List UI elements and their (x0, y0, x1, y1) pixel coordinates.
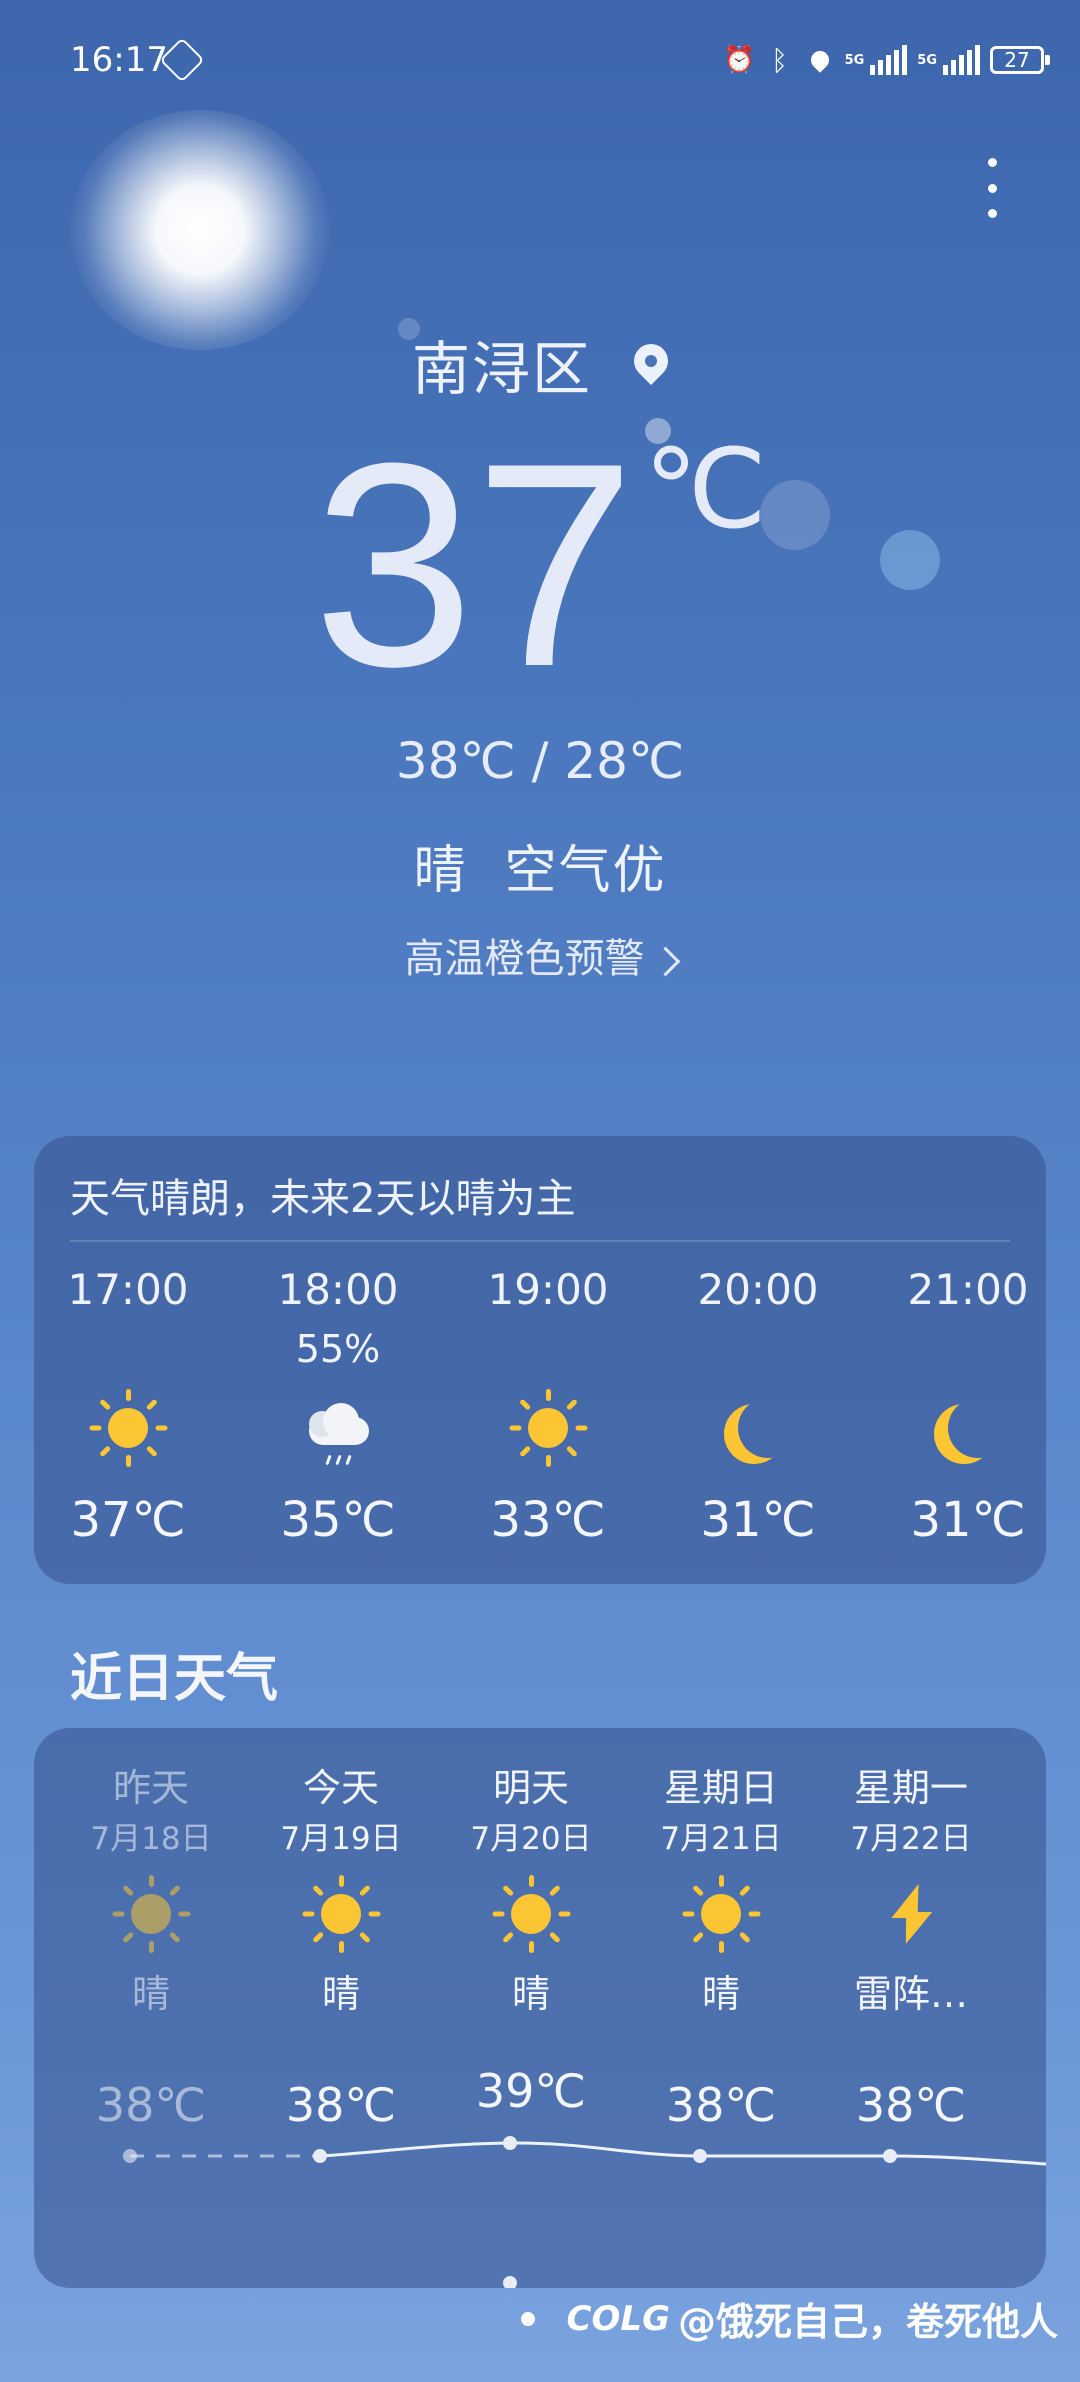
watermark-logo: COLG (566, 2298, 670, 2339)
temp-point (503, 2276, 517, 2288)
battery-icon: 27 (990, 46, 1050, 74)
hour-item: 21:00 31℃ (868, 1260, 1046, 1548)
day-high-temp: 38℃ (285, 2078, 397, 2132)
weather-warning-link[interactable]: 高温橙色预警 (0, 926, 1080, 984)
network-type-label: 5G (917, 52, 937, 68)
temp-point (313, 2149, 327, 2163)
daily-forecast-card[interactable]: 昨天 7月18日 晴 今天 7月19日 晴 明天 7月20日 晴 星期日 7月2… (34, 1728, 1046, 2288)
sun-icon (89, 1389, 167, 1467)
network-type-label: 5G (844, 52, 865, 68)
hour-precip (868, 1320, 1046, 1378)
hour-precip: 55% (295, 1327, 381, 1371)
hour-time: 21:00 (907, 1265, 1029, 1314)
current-temp-unit: ℃ (643, 428, 768, 551)
temp-point (123, 2149, 137, 2163)
high-temp-curve (130, 2141, 1046, 2166)
location-pin-icon (626, 336, 676, 386)
status-icons: ⏰ ᛒ 5G 5G 27 (723, 40, 1050, 80)
day-high-temp: 38℃ (855, 2078, 967, 2132)
hour-time: 20:00 (697, 1265, 819, 1314)
hourly-list[interactable]: 17:00 37℃ 18:00 55% 35℃ 19:00 33℃ 20:00 … (34, 1260, 1046, 1580)
bluetooth-icon: ᛒ (771, 43, 788, 77)
weather-warning-text: 高温橙色预警 (404, 936, 645, 982)
status-time: 16:17 (70, 40, 168, 80)
city-name: 南浔区 (411, 335, 592, 403)
recent-weather-title: 近日天气 (70, 1649, 279, 1709)
rain-cloud-icon (303, 1403, 373, 1466)
watermark: COLG @饿死自己，卷死他人 (520, 2291, 1058, 2346)
status-bar: 16:17 ⏰ ᛒ 5G 5G 27 (0, 0, 1080, 120)
divider (70, 1240, 1010, 1242)
watermark-text: @饿死自己，卷死他人 (677, 2300, 1058, 2344)
hour-time: 17:00 (67, 1265, 189, 1314)
battery-level: 27 (1004, 48, 1030, 72)
hour-temp: 37℃ (70, 1492, 186, 1548)
temp-point (503, 2136, 517, 2150)
hour-temp: 35℃ (280, 1492, 396, 1548)
day-high-temp: 38℃ (95, 2078, 207, 2132)
hour-time: 19:00 (487, 1265, 609, 1314)
temp-point (693, 2149, 707, 2163)
chevron-right-icon (650, 946, 680, 976)
current-temperature: 37℃ (0, 420, 1080, 710)
hour-item: 19:00 33℃ (448, 1260, 648, 1548)
hour-temp: 31℃ (910, 1492, 1026, 1548)
high-low-temperature: 38℃ / 28℃ (395, 732, 685, 790)
hour-precip (34, 1320, 228, 1378)
hour-temp: 31℃ (700, 1492, 816, 1548)
hour-item: 18:00 55% 35℃ (238, 1260, 438, 1548)
sun-glow-decoration (70, 110, 330, 350)
weather-condition: 晴 空气优 (413, 841, 667, 901)
day-high-temp: 3 (1006, 2092, 1046, 2146)
moon-icon (948, 1398, 1008, 1458)
temp-point (883, 2149, 897, 2163)
hour-precip (658, 1320, 858, 1378)
signal-icon (943, 45, 980, 75)
location-row[interactable]: 南浔区 (0, 322, 1080, 406)
alarm-icon: ⏰ (723, 45, 756, 75)
more-options-icon[interactable] (972, 158, 1012, 218)
moon-icon (738, 1398, 798, 1458)
forecast-summary: 天气晴朗，未来2天以晴为主 (70, 1176, 576, 1222)
hour-time: 18:00 (277, 1265, 399, 1314)
hour-temp: 33℃ (490, 1492, 606, 1548)
day-high-temp: 39℃ (475, 2064, 587, 2118)
sun-icon (509, 1389, 587, 1467)
hour-item: 17:00 37℃ (34, 1260, 228, 1548)
day-high-temp: 38℃ (665, 2078, 777, 2132)
signal-icon (870, 45, 908, 75)
current-temp-value: 37 (312, 403, 636, 727)
hour-item: 20:00 31℃ (658, 1260, 858, 1548)
location-icon (805, 45, 835, 75)
hourly-forecast-card[interactable]: 天气晴朗，未来2天以晴为主 17:00 37℃ 18:00 55% 35℃ 19… (34, 1136, 1046, 1584)
hour-precip (448, 1320, 648, 1378)
